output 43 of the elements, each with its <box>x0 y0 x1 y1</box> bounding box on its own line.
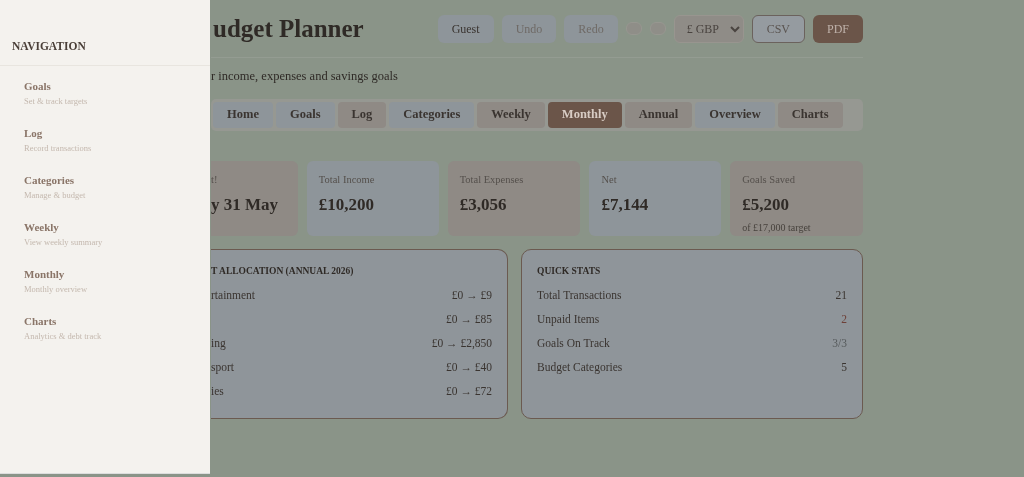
currency-select[interactable]: £ GBP <box>673 14 744 43</box>
card-value: y 31 May <box>211 193 280 216</box>
tab[interactable]: Categories <box>389 101 475 128</box>
stat-label: Budget Categories <box>537 360 623 376</box>
card-value: £5,200 <box>742 193 790 216</box>
category-label: sport <box>211 360 234 376</box>
tab[interactable]: Charts <box>777 101 843 128</box>
stat-value: 5 <box>841 360 847 376</box>
category-label: rtainment <box>211 288 256 304</box>
budget-range: £0 → £40 <box>446 360 492 376</box>
tab[interactable]: Annual <box>624 101 693 128</box>
stat-value: 21 <box>835 288 847 304</box>
header-button[interactable]: Guest <box>437 14 494 43</box>
stat-value: 3/3 <box>832 336 847 352</box>
stat-label: Goals On Track <box>537 336 610 352</box>
panel-title: QUICK STATS <box>537 264 602 278</box>
tab[interactable]: Overview <box>695 101 775 128</box>
tab[interactable]: Monthly <box>547 101 622 128</box>
tab[interactable]: Goals <box>275 101 335 128</box>
stat-label: Unpaid Items <box>537 312 600 328</box>
stat-label: Total Transactions <box>537 288 622 304</box>
tab[interactable]: Weekly <box>477 101 545 128</box>
export-button[interactable]: CSV <box>751 14 805 43</box>
panel-title: T ALLOCATION (ANNUAL 2026) <box>211 264 355 278</box>
budget-range: £0 → £72 <box>446 384 492 400</box>
budget-range: £0 → £85 <box>446 312 492 328</box>
card-label: Total Income <box>318 172 376 187</box>
card-value: £7,144 <box>601 193 650 216</box>
card-label: Net <box>601 172 618 187</box>
stat-value: 2 <box>841 312 847 328</box>
budget-range: £0 → £9 <box>451 288 492 304</box>
tab[interactable]: Log <box>337 101 387 128</box>
tab[interactable]: Home <box>213 101 273 128</box>
card-note: of £17,000 target <box>742 221 812 235</box>
category-label: ies <box>211 384 224 400</box>
export-button[interactable]: PDF <box>813 14 863 43</box>
subtitle: r income, expenses and savings goals <box>211 68 399 85</box>
budget-range: £0 → £2,850 <box>431 336 492 352</box>
card-value: £10,200 <box>318 193 376 216</box>
category-label: ing <box>211 336 226 352</box>
card-value: £3,056 <box>459 193 508 216</box>
drawer-title: NAVIGATION <box>0 0 210 67</box>
app-title: udget Planner <box>213 13 364 44</box>
